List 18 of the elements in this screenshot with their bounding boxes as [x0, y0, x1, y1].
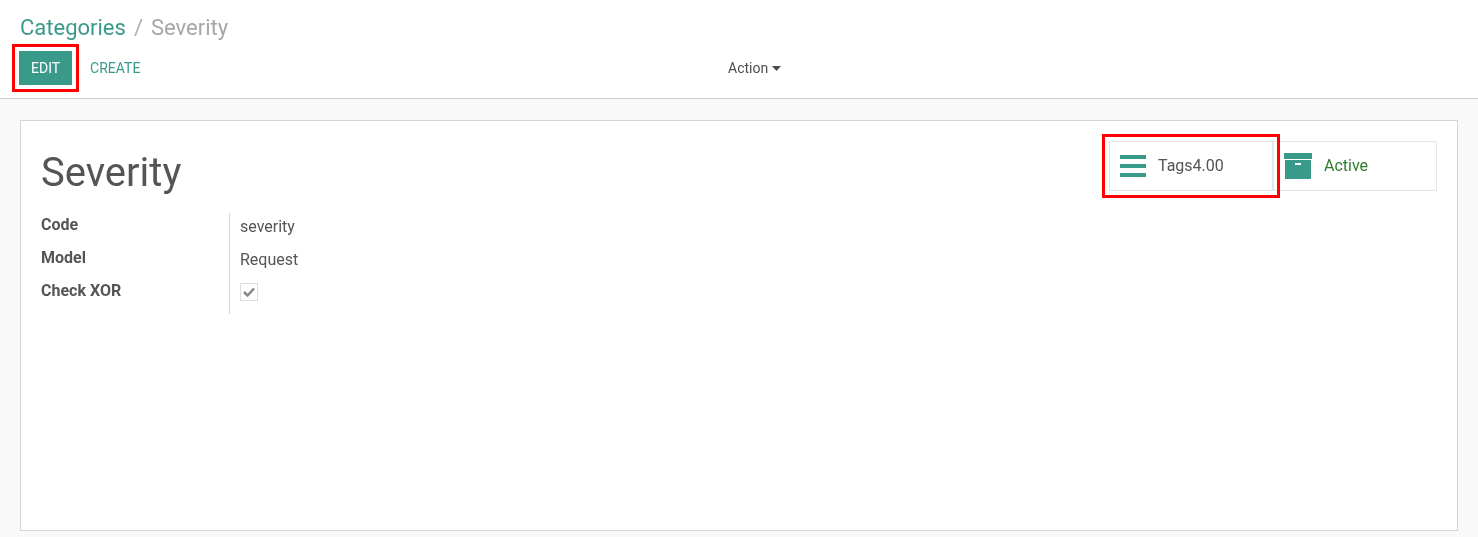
active-toggle-button[interactable]: Active: [1273, 141, 1437, 191]
breadcrumb-separator: /: [133, 14, 143, 42]
action-dropdown[interactable]: Action: [728, 57, 782, 79]
edit-button[interactable]: EDIT: [19, 51, 73, 85]
field-label: Model: [41, 247, 87, 269]
field-label: Check XOR: [41, 280, 123, 302]
list-icon: [1120, 155, 1146, 177]
archive-box-icon: [1284, 153, 1312, 179]
checkbox[interactable]: [240, 283, 258, 301]
field-value: Request: [240, 249, 299, 271]
check-icon: [243, 287, 255, 297]
breadcrumb-link[interactable]: Categories: [20, 14, 126, 42]
caret-icon: [772, 65, 782, 71]
breadcrumb-current: Severity: [150, 14, 229, 42]
create-button[interactable]: CREATE: [86, 51, 145, 85]
field-label: Code: [41, 214, 80, 236]
field-value: severity: [240, 216, 296, 238]
record-title: Severity: [41, 148, 182, 198]
